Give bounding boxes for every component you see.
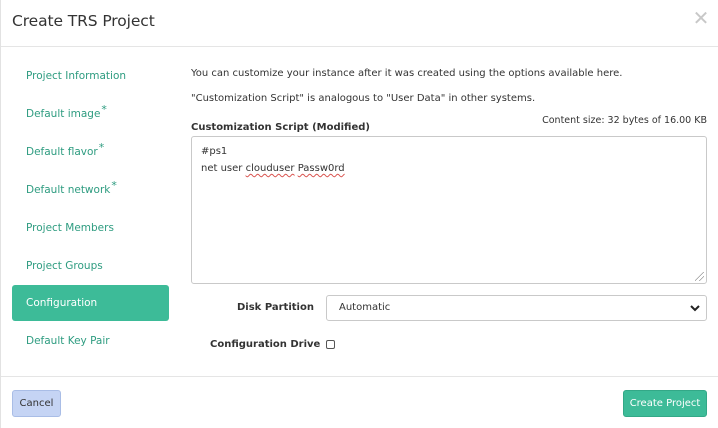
sidebar-item-default-key-pair[interactable]: Default Key Pair (12, 323, 169, 359)
create-project-button[interactable]: Create Project (623, 390, 707, 417)
help-text: You can customize your instance after it… (191, 68, 623, 79)
script-text: net user (201, 163, 246, 174)
dialog-title: Create TRS Project (12, 12, 155, 30)
configuration-drive-label: Configuration Drive (210, 339, 321, 350)
content-size-indicator: Content size: 32 bytes of 16.00 KB (542, 115, 707, 126)
resize-handle-icon[interactable] (695, 272, 704, 281)
required-marker: * (101, 103, 107, 116)
sidebar-item-project-groups[interactable]: Project Groups (12, 248, 169, 284)
configuration-panel: You can customize your instance after it… (191, 0, 707, 376)
sidebar-item-label: Default image (26, 108, 101, 120)
dialog-footer: Cancel Create Project (1, 376, 718, 428)
configuration-drive-checkbox[interactable] (326, 340, 335, 349)
cancel-button[interactable]: Cancel (12, 390, 61, 417)
sidebar-item-label: Default flavor (26, 146, 98, 158)
create-project-dialog: Create TRS Project ✕ Project Information… (0, 0, 718, 428)
help-text: "Customization Script" is analogous to "… (191, 93, 536, 104)
disk-partition-value: Automatic (339, 302, 391, 313)
sidebar-item-default-flavor[interactable]: Default flavor* (12, 134, 169, 170)
sidebar-item-project-information[interactable]: Project Information (12, 58, 169, 94)
customization-script-textarea[interactable]: #ps1 net user clouduser Passw0rd (191, 136, 707, 284)
chevron-down-icon (690, 305, 700, 312)
sidebar-item-label: Configuration (26, 297, 98, 309)
disk-partition-label: Disk Partition (237, 302, 314, 313)
sidebar-item-label: Project Members (26, 222, 114, 234)
sidebar-item-label: Default network (26, 184, 111, 196)
spellcheck-word: clouduser (245, 163, 295, 174)
spellcheck-word: Passw0rd (297, 163, 345, 174)
disk-partition-select[interactable]: Automatic (326, 295, 707, 321)
sidebar-item-configuration[interactable]: Configuration (12, 285, 169, 321)
customization-script-label: Customization Script (Modified) (191, 122, 370, 133)
sidebar-item-default-image[interactable]: Default image* (12, 96, 169, 132)
script-line: #ps1 (201, 146, 228, 157)
required-marker: * (111, 179, 117, 192)
sidebar-item-label: Project Groups (26, 260, 103, 272)
sidebar-item-label: Default Key Pair (26, 335, 110, 347)
script-line: net user clouduser Passw0rd (201, 160, 697, 177)
sidebar-item-project-members[interactable]: Project Members (12, 210, 169, 246)
sidebar-item-label: Project Information (26, 70, 127, 82)
required-marker: * (98, 141, 105, 154)
sidebar-item-default-network[interactable]: Default network* (12, 172, 169, 208)
